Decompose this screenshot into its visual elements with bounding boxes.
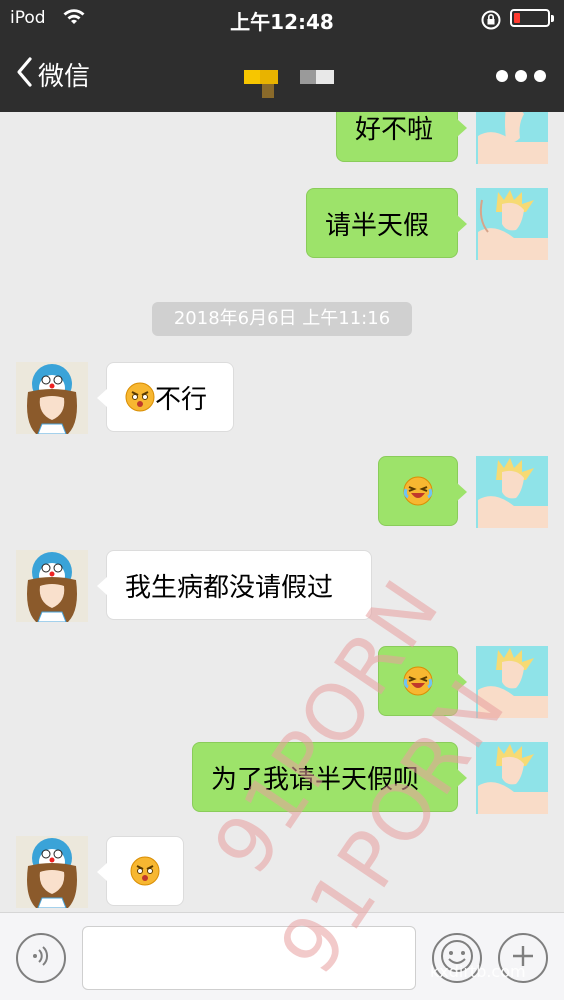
laughing-crying-face-icon (403, 666, 433, 696)
message-text: 请半天假 (325, 210, 430, 241)
rotation-lock-icon (480, 9, 502, 35)
voice-button[interactable] (16, 933, 66, 983)
message-text: 不行 (155, 384, 208, 415)
status-bar: iPod 上午12:48 (0, 0, 564, 40)
message-bubble-out[interactable] (378, 646, 467, 716)
avatar-self[interactable] (476, 188, 548, 260)
avatar-self[interactable] (476, 112, 548, 164)
input-bar (0, 912, 564, 1000)
avatar-self[interactable] (476, 456, 548, 528)
message-bubble-out[interactable]: 好不啦 (336, 112, 467, 162)
message-input[interactable] (82, 926, 416, 990)
more-button[interactable] (496, 64, 546, 88)
back-button[interactable]: 微信 (14, 56, 90, 92)
chevron-left-icon (14, 56, 34, 92)
avatar-contact[interactable] (16, 362, 88, 434)
avatar-contact[interactable] (16, 836, 88, 908)
message-bubble-out[interactable] (378, 456, 467, 526)
message-bubble-in[interactable]: 我生病都没请假过 (97, 550, 372, 620)
annoyed-face-icon (125, 382, 155, 412)
battery-icon (510, 9, 554, 27)
more-dots-icon (496, 70, 508, 82)
avatar-self[interactable] (476, 646, 548, 718)
annoyed-face-icon (130, 856, 160, 886)
nav-bar: 微信 (0, 40, 564, 112)
voice-icon (29, 944, 53, 972)
timestamp-label: 2018年6月6日 上午11:16 (152, 302, 412, 336)
message-text: 为了我请半天假呗 (211, 764, 420, 795)
watermark-small: kxdirtb.com (430, 962, 526, 981)
message-bubble-out[interactable]: 为了我请半天假呗 (192, 742, 467, 812)
message-text: 好不啦 (355, 114, 434, 145)
contact-name-redacted (244, 62, 340, 106)
back-label: 微信 (38, 61, 91, 92)
message-bubble-in[interactable] (97, 836, 184, 906)
avatar-self[interactable] (476, 742, 548, 814)
message-text: 我生病都没请假过 (125, 572, 334, 603)
avatar-contact[interactable] (16, 550, 88, 622)
laughing-crying-face-icon (403, 476, 433, 506)
message-bubble-in[interactable]: 不行 (97, 362, 234, 432)
chat-area[interactable]: 好不啦 请半天假 2018年6月6日 上午11:16 不行 我生病都没请假过 为… (0, 112, 564, 912)
message-bubble-out[interactable]: 请半天假 (306, 188, 467, 258)
